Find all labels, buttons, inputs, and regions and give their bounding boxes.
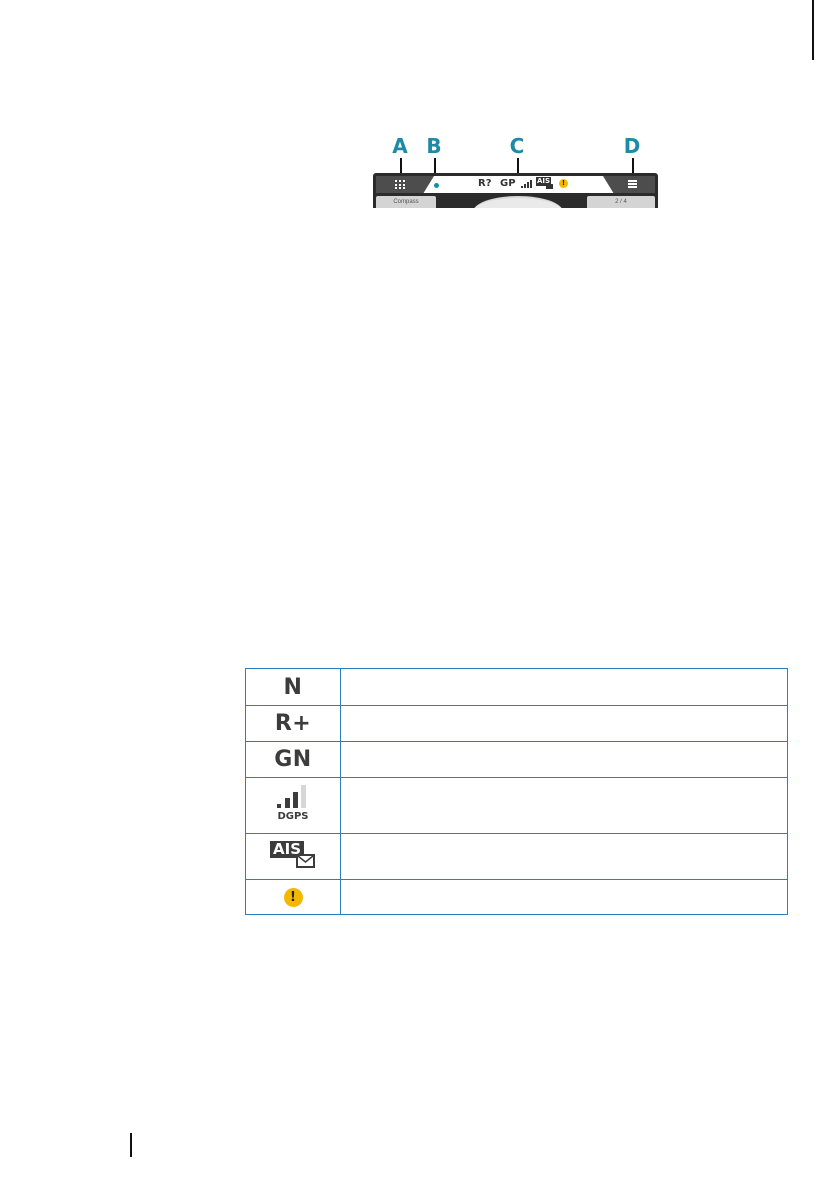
callout-c: C [509,134,525,158]
envelope-icon [296,854,315,868]
legend-description [340,833,788,880]
gps-status-icon[interactable]: GP [500,178,516,189]
hamburger-icon [628,180,637,188]
compass-dial [473,196,563,208]
panel-area: Compass 2 / 4 [373,194,658,208]
legend-description [340,777,788,834]
signal-bars-icon [277,785,306,808]
signal-strength-icon[interactable] [521,178,533,190]
legend-row: GN [245,741,788,778]
alarm-warning-icon: ! [283,887,303,907]
ais-message-legend-icon: AIS [270,838,316,870]
dgps-label: DGPS [277,811,309,822]
radar-status-legend-icon: R+ [274,711,312,736]
gnss-status-icon: GN [274,747,312,772]
legend-description [340,741,788,778]
callout-d: D [623,134,641,158]
nmea-status-icon: N [283,674,303,700]
legend-row: N [245,668,788,706]
callout-b: B [426,134,442,158]
dgps-signal-icon: DGPS [273,782,313,824]
legend-icon-cell: R+ [245,705,341,742]
legend-row: ! [245,879,788,915]
ais-message-icon [546,184,553,189]
radar-status-icon[interactable]: R? [478,178,492,189]
menu-button[interactable] [603,176,655,193]
legend-description [340,879,788,915]
footer-rule [130,1133,132,1157]
legend-icon-cell: AIS [245,833,341,880]
callout-a: A [392,134,408,158]
legend-row: DGPS [245,777,788,834]
legend-icon-cell: DGPS [245,777,341,834]
legend-icon-cell: GN [245,741,341,778]
legend-row: AIS [245,833,788,880]
status-indicator-dot [434,183,439,188]
status-bar: R? GP AIS ! [376,176,655,193]
status-icon-legend-table: N R+ GN DGPS AIS ! [245,668,788,915]
crop-mark [812,0,814,60]
legend-description [340,705,788,742]
legend-row: R+ [245,705,788,742]
legend-icon-cell: ! [245,879,341,915]
warning-icon[interactable]: ! [559,179,568,188]
legend-description [340,668,788,706]
left-panel-tab[interactable]: Compass [376,196,436,208]
status-bar-figure: A B C D R? GP AIS ! Compass 2 / 4 [360,132,670,208]
apps-grid-icon [395,180,405,189]
device-screen: R? GP AIS ! Compass 2 / 4 [373,173,658,208]
legend-icon-cell: N [245,668,341,706]
right-panel-tab[interactable]: 2 / 4 [587,196,655,208]
apps-button[interactable] [376,176,434,193]
